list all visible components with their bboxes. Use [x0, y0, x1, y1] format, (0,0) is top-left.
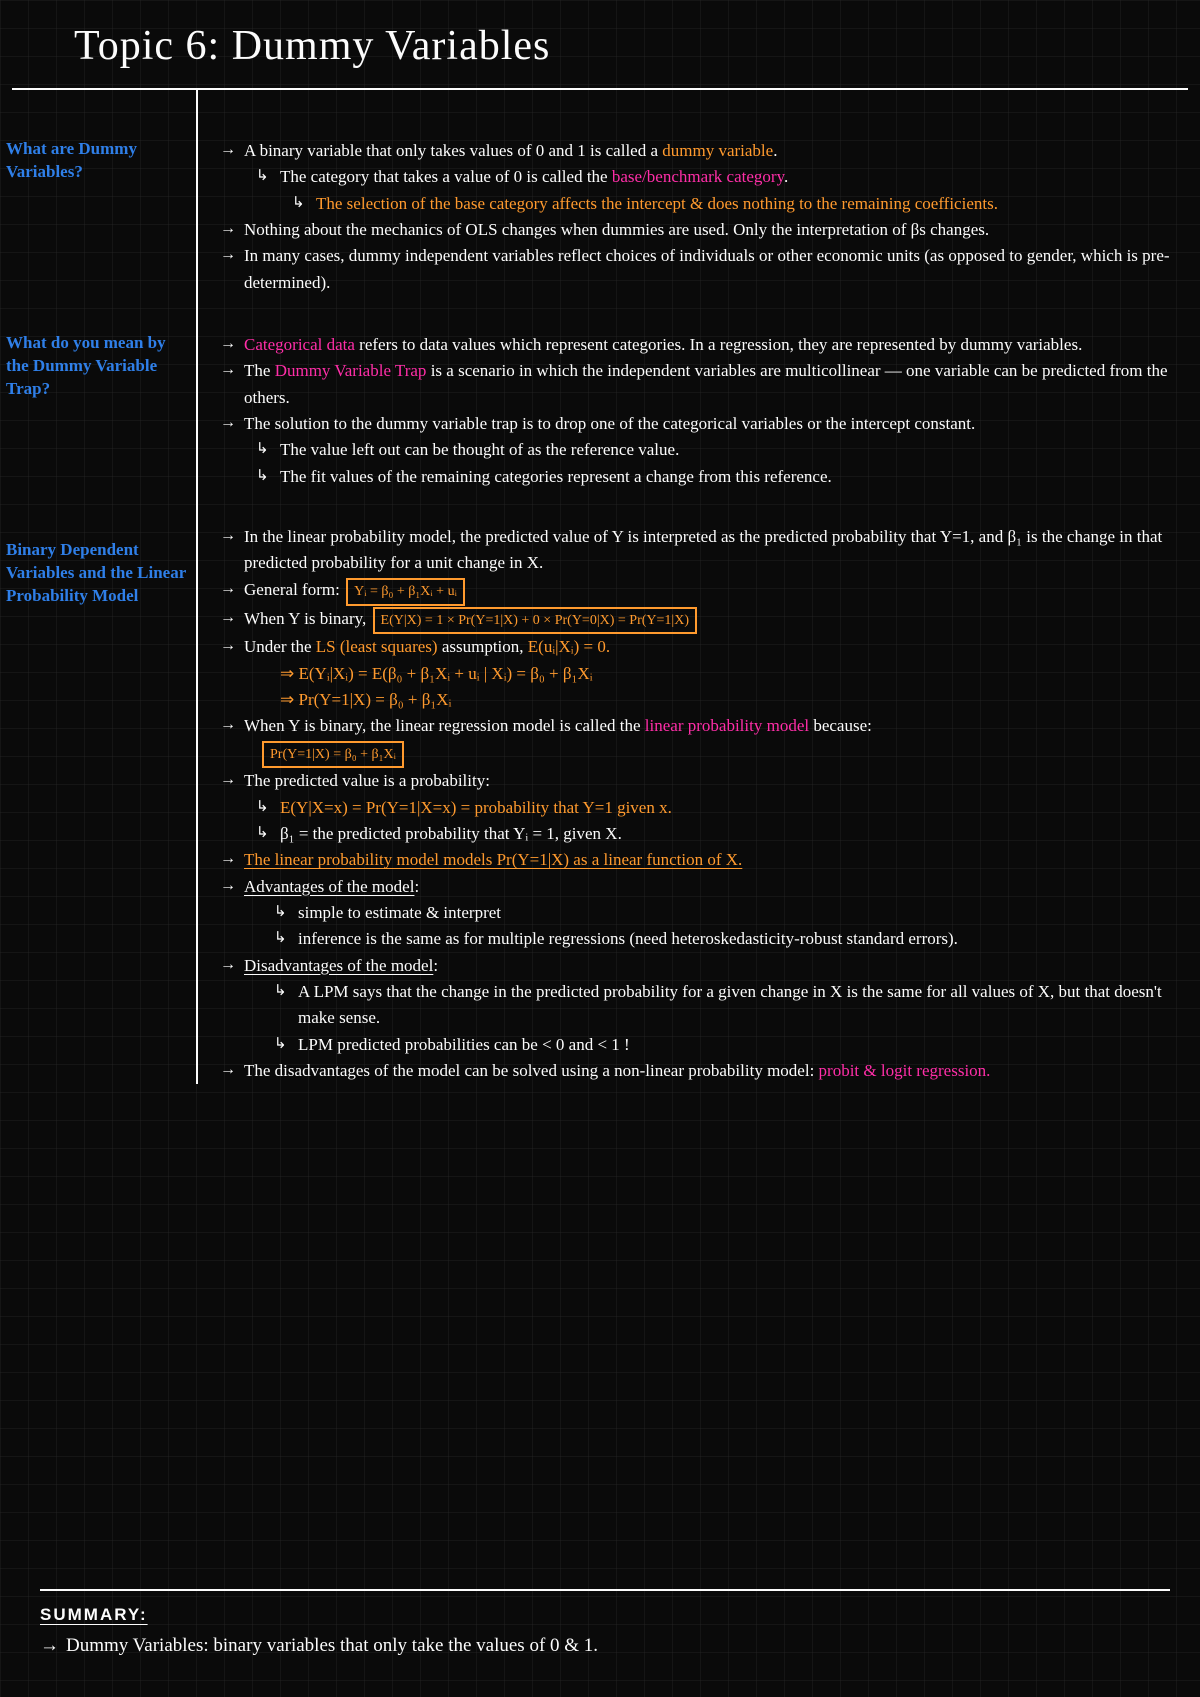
- formula-box: Yᵢ = β₀ + β₁Xᵢ + uᵢ: [346, 578, 465, 606]
- note-subline: LPM predicted probabilities can be < 0 a…: [218, 1032, 1170, 1058]
- note-line: The linear probability model models Pr(Y…: [218, 847, 1170, 873]
- summary-divider: [40, 1589, 1170, 1591]
- note-subline: A LPM says that the change in the predic…: [218, 979, 1170, 1032]
- note-subline: inference is the same as for multiple re…: [218, 926, 1170, 952]
- right-column: A binary variable that only takes values…: [196, 90, 1200, 1084]
- note-subline: simple to estimate & interpret: [218, 900, 1170, 926]
- note-subline: The value left out can be thought of as …: [218, 437, 1170, 463]
- note-derive: ⇒ Pr(Y=1|X) = β₀ + β₁Xᵢ: [218, 687, 1170, 713]
- section-1: A binary variable that only takes values…: [218, 138, 1170, 296]
- section-3: In the linear probability model, the pre…: [218, 524, 1170, 1084]
- note-line: General form: Yᵢ = β₀ + β₁Xᵢ + uᵢ: [218, 577, 1170, 606]
- note-line: Disadvantages of the model:: [218, 953, 1170, 979]
- note-line: Nothing about the mechanics of OLS chang…: [218, 217, 1170, 243]
- summary-line: Dummy Variables: binary variables that o…: [40, 1635, 1170, 1657]
- question-3: Binary Dependent Variables and the Linea…: [6, 539, 188, 608]
- note-line: Categorical data refers to data values w…: [218, 332, 1170, 358]
- formula-box: Pr(Y=1|X) = β₀ + β₁Xᵢ: [262, 741, 404, 769]
- note-line: When Y is binary, the linear regression …: [218, 713, 1170, 739]
- question-1: What are Dummy Variables?: [6, 138, 188, 184]
- note-line: The solution to the dummy variable trap …: [218, 411, 1170, 437]
- note-subline: The fit values of the remaining categori…: [218, 464, 1170, 490]
- note-line: In many cases, dummy independent variabl…: [218, 243, 1170, 296]
- note-line: The predicted value is a probability:: [218, 768, 1170, 794]
- note-line: The disadvantages of the model can be so…: [218, 1058, 1170, 1084]
- note-subline: β₁ = the predicted probability that Yᵢ =…: [218, 821, 1170, 847]
- summary-section: SUMMARY: Dummy Variables: binary variabl…: [40, 1589, 1170, 1657]
- note-line: A binary variable that only takes values…: [218, 138, 1170, 164]
- note-line: The Dummy Variable Trap is a scenario in…: [218, 358, 1170, 411]
- page-title: Topic 6: Dummy Variables: [0, 22, 1200, 70]
- note-line: Advantages of the model:: [218, 874, 1170, 900]
- column-divider: [196, 90, 198, 1084]
- section-2: Categorical data refers to data values w…: [218, 332, 1170, 490]
- note-subline-2: The selection of the base category affec…: [218, 191, 1170, 217]
- formula-box: E(Y|X) = 1 × Pr(Y=1|X) + 0 × Pr(Y=0|X) =…: [373, 607, 697, 635]
- note-derive: ⇒ E(Yᵢ|Xᵢ) = E(β₀ + β₁Xᵢ + uᵢ | Xᵢ) = β₀…: [218, 661, 1170, 687]
- summary-title: SUMMARY:: [40, 1605, 1170, 1625]
- notes-page: Topic 6: Dummy Variables What are Dummy …: [0, 0, 1200, 1528]
- note-subline: The category that takes a value of 0 is …: [218, 164, 1170, 190]
- two-column-body: What are Dummy Variables? What do you me…: [0, 90, 1200, 1084]
- left-column: What are Dummy Variables? What do you me…: [0, 90, 196, 1084]
- note-subline: E(Y|X=x) = Pr(Y=1|X=x) = probability tha…: [218, 795, 1170, 821]
- note-line: When Y is binary, E(Y|X) = 1 × Pr(Y=1|X)…: [218, 606, 1170, 635]
- note-line: In the linear probability model, the pre…: [218, 524, 1170, 577]
- note-line: Under the LS (least squares) assumption,…: [218, 634, 1170, 660]
- question-2: What do you mean by the Dummy Variable T…: [6, 332, 188, 401]
- note-formula: Pr(Y=1|X) = β₀ + β₁Xᵢ: [218, 740, 1170, 769]
